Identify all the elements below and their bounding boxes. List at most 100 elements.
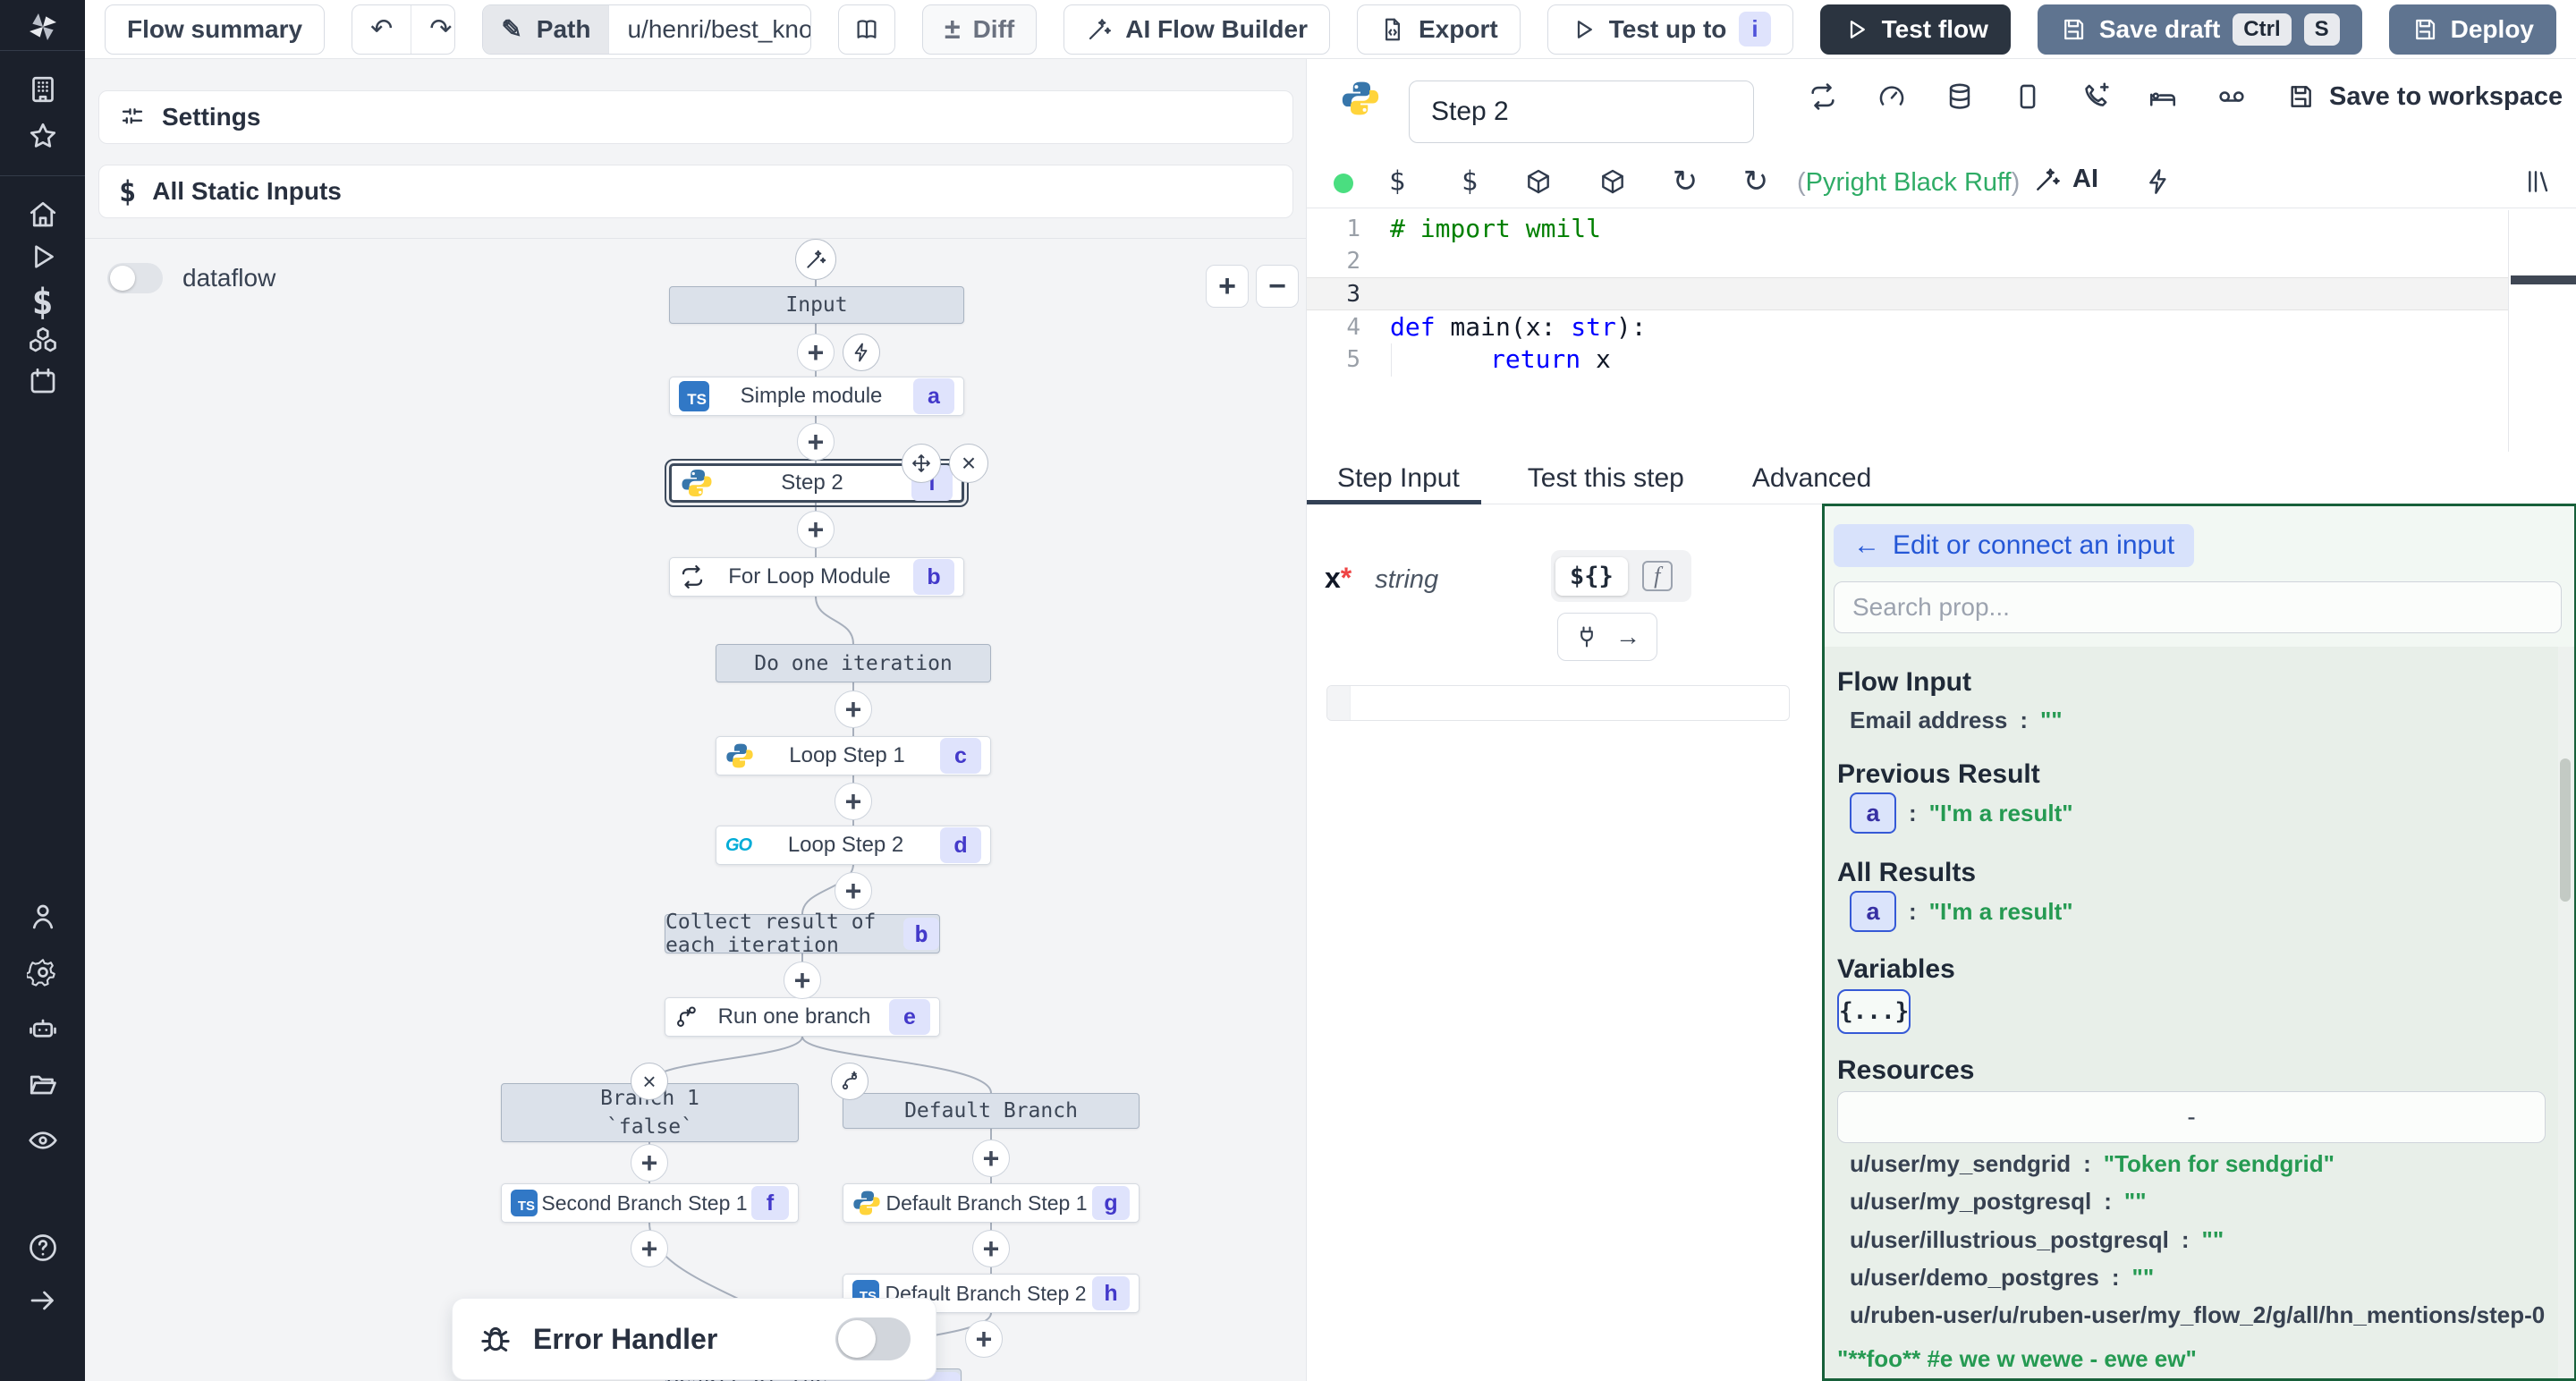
expand-sidebar-arrow-icon[interactable] [0, 1284, 85, 1317]
sleep-icon[interactable] [2148, 81, 2178, 112]
result-chip[interactable]: a [1850, 792, 1896, 834]
help-icon[interactable] [0, 1232, 85, 1264]
prop-row-variables[interactable]: {...} [1837, 989, 1911, 1034]
audit-eye-icon[interactable] [0, 1124, 85, 1156]
back-edit-connect-button[interactable]: ← Edit or connect an input [1834, 524, 2194, 567]
add-step-button[interactable]: + [797, 511, 835, 548]
runs-play-icon[interactable] [0, 241, 85, 273]
mock-voicemail-icon[interactable] [2216, 81, 2247, 112]
windmill-logo-icon[interactable] [0, 9, 85, 45]
diff-button[interactable]: ± Diff [922, 4, 1037, 55]
add-step-button[interactable]: + [972, 1230, 1010, 1267]
node-default-branch-step-1[interactable]: Default Branch Step 1 g [843, 1183, 1140, 1223]
favorites-star-icon[interactable] [0, 120, 85, 152]
redo-button[interactable]: ↷ [411, 5, 455, 54]
error-handler-toggle[interactable] [835, 1317, 911, 1360]
resource-row[interactable]: u/user/my_postgresql:"" [1850, 1188, 2147, 1216]
trigger-bolt-circle[interactable] [843, 334, 880, 371]
assets-dollar-icon[interactable]: $ [1389, 166, 1405, 198]
workspace-icon[interactable] [0, 73, 85, 106]
suspend-phone-icon[interactable] [2082, 81, 2113, 112]
add-step-button[interactable]: + [631, 1230, 668, 1267]
path-label[interactable]: ✎ Path [483, 5, 608, 54]
node-do-one-iteration[interactable]: Do one iteration [716, 644, 991, 682]
add-step-button[interactable]: + [835, 872, 872, 910]
ai-flow-builder-button[interactable]: AI Flow Builder [1063, 4, 1330, 55]
template-mode-button[interactable]: ${} [1555, 557, 1628, 596]
value-input[interactable] [1326, 685, 1790, 721]
code-editor[interactable]: 1 2 3 4 5 # import wmill def main(x: str… [1307, 210, 2576, 452]
flow-summary-button[interactable]: Flow summary [105, 4, 325, 55]
package-icon[interactable] [1524, 167, 1553, 196]
save-draft-button[interactable]: Save draft Ctrl S [2038, 4, 2362, 55]
node-loop-step-1[interactable]: Loop Step 1 c [716, 736, 991, 775]
node-run-one-branch[interactable]: Run one branch e [665, 997, 940, 1037]
add-step-button[interactable]: + [797, 334, 835, 371]
export-button[interactable]: Export [1357, 4, 1521, 55]
add-branch-button[interactable] [831, 1063, 869, 1100]
delete-step-button[interactable]: × [949, 444, 988, 483]
docs-book-button[interactable] [838, 4, 895, 55]
node-for-loop-module[interactable]: For Loop Module b [669, 557, 964, 597]
user-icon[interactable] [0, 901, 85, 933]
add-step-button[interactable]: + [784, 962, 821, 999]
add-step-button[interactable]: + [631, 1144, 668, 1182]
panel-scrollbar-track[interactable] [2558, 647, 2572, 1381]
connect-input-button[interactable]: → [1557, 613, 1657, 661]
timeout-icon[interactable] [2012, 81, 2043, 112]
remove-branch-button[interactable]: × [631, 1063, 668, 1100]
tab-advanced[interactable]: Advanced [1747, 453, 1877, 504]
undo-button[interactable]: ↶ [352, 5, 411, 54]
node-default-branch[interactable]: Default Branch [843, 1093, 1140, 1129]
resource-row[interactable]: u/user/illustrious_postgresql:"" [1850, 1226, 2224, 1254]
concurrency-gauge-icon[interactable] [1877, 81, 1907, 112]
prop-row-previous-result[interactable]: a :"I'm a result" [1850, 792, 2073, 834]
settings-gear-icon[interactable] [0, 956, 85, 988]
path-input[interactable]: u/henri/best_know [608, 5, 810, 54]
node-input[interactable]: Input [669, 286, 964, 324]
deploy-button[interactable]: Deploy [2389, 4, 2556, 55]
folders-icon[interactable] [0, 1069, 85, 1101]
node-collect-result[interactable]: Collect result of each iteration b [665, 914, 940, 953]
add-step-button[interactable]: + [972, 1140, 1010, 1177]
home-icon[interactable] [0, 199, 85, 231]
ai-assistant-button[interactable]: AI [2033, 165, 2098, 194]
prop-row-all-results[interactable]: a :"I'm a result" [1850, 891, 2073, 932]
add-step-button[interactable]: + [835, 783, 872, 820]
add-step-button[interactable]: + [965, 1320, 1003, 1358]
panel-scrollbar-thumb[interactable] [2560, 758, 2571, 902]
node-simple-module[interactable]: TS Simple module a [669, 377, 964, 416]
library-icon[interactable] [2525, 167, 2554, 196]
resources-cubes-icon[interactable] [0, 324, 85, 356]
schedules-calendar-icon[interactable] [0, 365, 85, 397]
bolt-icon[interactable] [2144, 167, 2173, 196]
variables-chip[interactable]: {...} [1837, 989, 1911, 1034]
retries-icon[interactable] [1808, 81, 1838, 112]
function-mode-button[interactable]: f [1628, 555, 1687, 597]
add-step-button[interactable]: + [797, 423, 835, 461]
test-up-to-button[interactable]: Test up to i [1547, 4, 1793, 55]
resource-type-select[interactable]: - [1837, 1091, 2546, 1143]
result-chip[interactable]: a [1850, 891, 1896, 932]
save-to-workspace-button[interactable]: Save to workspace [2286, 79, 2563, 114]
add-step-button[interactable]: + [835, 690, 872, 728]
workers-robot-icon[interactable] [0, 1012, 85, 1045]
tab-step-input[interactable]: Step Input [1332, 453, 1465, 504]
node-loop-step-2[interactable]: GO Loop Step 2 d [716, 826, 991, 865]
reload-icon[interactable]: ↻ [1743, 164, 1769, 199]
variables-dollar-icon[interactable]: $ [0, 282, 85, 323]
node-second-branch-step-1[interactable]: TS Second Branch Step 1 f [501, 1183, 799, 1223]
resource-row[interactable]: u/ruben-user/u/ruben-user/my_flow_2/g/al… [1850, 1301, 2565, 1329]
overview-ruler-mark[interactable] [2511, 275, 2576, 284]
ai-wand-circle[interactable] [795, 239, 836, 280]
search-prop-input[interactable] [1834, 581, 2562, 633]
package-icon[interactable] [1598, 167, 1627, 196]
variables-dollar-icon[interactable]: $ [1462, 166, 1478, 198]
move-step-button[interactable] [902, 444, 941, 483]
cache-database-icon[interactable] [1945, 81, 1975, 112]
resource-row[interactable]: u/user/demo_postgres:"" [1850, 1264, 2154, 1292]
prop-row-email[interactable]: Email address:"" [1850, 707, 2063, 734]
step-name-input[interactable] [1409, 80, 1754, 143]
tab-test-this-step[interactable]: Test this step [1522, 453, 1690, 504]
resource-row-value[interactable]: "**foo** #e we w wewe - ewe ew" [1837, 1345, 2197, 1373]
